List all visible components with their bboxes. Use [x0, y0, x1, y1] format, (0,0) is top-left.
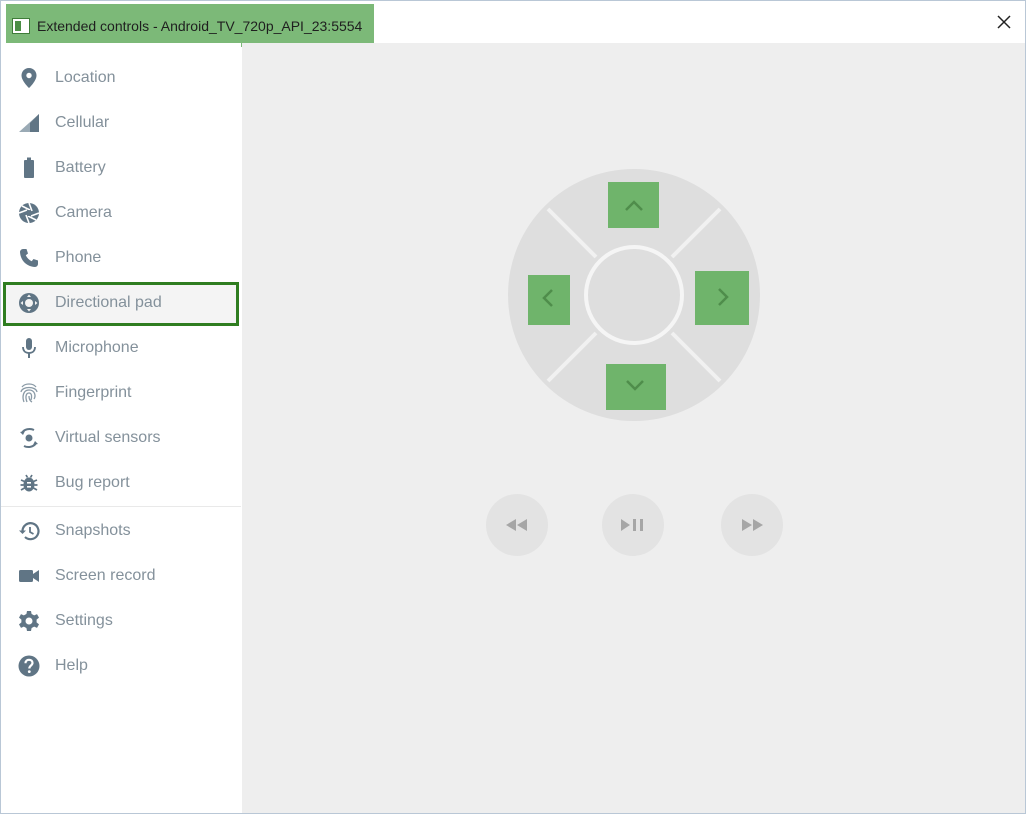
- sidebar-item-virtual-sensors[interactable]: Virtual sensors: [1, 416, 241, 460]
- sidebar-item-help[interactable]: Help: [1, 644, 241, 688]
- directional-pad-panel: [242, 43, 1025, 813]
- sidebar-item-label: Cellular: [55, 114, 110, 131]
- sidebar-item-settings[interactable]: Settings: [1, 599, 241, 643]
- bug-icon: [18, 472, 40, 494]
- sidebar-item-label: Location: [55, 69, 116, 86]
- sidebar-item-fingerprint[interactable]: Fingerprint: [1, 371, 241, 415]
- play-pause-button[interactable]: [602, 494, 664, 556]
- fast-forward-button[interactable]: [721, 494, 783, 556]
- sidebar-item-screen-record[interactable]: Screen record: [1, 554, 241, 598]
- sidebar-item-snapshots[interactable]: Snapshots: [1, 509, 241, 553]
- sidebar-item-directional-pad[interactable]: Directional pad: [1, 281, 241, 325]
- app-window-icon: [12, 17, 30, 34]
- directional-pad: [508, 169, 760, 421]
- dpad-down-button[interactable]: [606, 364, 666, 410]
- close-icon[interactable]: [996, 14, 1012, 30]
- sidebar-divider: [1, 506, 241, 507]
- rewind-button[interactable]: [486, 494, 548, 556]
- extended-controls-window: Extended controls - Android_TV_720p_API_…: [0, 0, 1026, 814]
- sidebar-item-cellular[interactable]: Cellular: [1, 101, 241, 145]
- sidebar-item-phone[interactable]: Phone: [1, 236, 241, 280]
- fingerprint-icon: [18, 382, 40, 404]
- sidebar-item-bug-report[interactable]: Bug report: [1, 461, 241, 505]
- help-icon: [18, 655, 40, 677]
- cellular-signal-icon: [18, 112, 40, 134]
- sidebar-item-label: Microphone: [55, 339, 139, 356]
- fast-forward-icon: [742, 519, 763, 531]
- sidebar-item-label: Camera: [55, 204, 112, 221]
- sidebar-item-battery[interactable]: Battery: [1, 146, 241, 190]
- sidebar-item-label: Battery: [55, 159, 106, 176]
- location-pin-icon: [18, 67, 40, 89]
- history-icon: [18, 520, 40, 542]
- dpad-up-button[interactable]: [608, 182, 659, 228]
- sidebar-item-label: Snapshots: [55, 522, 131, 539]
- gear-icon: [18, 610, 40, 632]
- close-button[interactable]: [995, 13, 1013, 31]
- camera-aperture-icon: [18, 202, 40, 224]
- play-pause-icon: [621, 519, 643, 531]
- directional-pad-icon: [18, 292, 40, 314]
- sidebar-item-label: Settings: [55, 612, 113, 629]
- sidebar-item-location[interactable]: Location: [1, 56, 241, 100]
- title-highlight: Extended controls - Android_TV_720p_API_…: [6, 4, 374, 47]
- window-title: Extended controls - Android_TV_720p_API_…: [37, 17, 363, 34]
- dpad-left-button[interactable]: [528, 275, 570, 325]
- rewind-icon: [506, 519, 527, 531]
- sidebar-item-label: Help: [55, 657, 88, 674]
- battery-icon: [18, 157, 40, 179]
- sidebar-item-label: Bug report: [55, 474, 130, 491]
- dpad-center-button[interactable]: [584, 245, 684, 345]
- sidebar-item-label: Virtual sensors: [55, 429, 161, 446]
- sidebar-item-microphone[interactable]: Microphone: [1, 326, 241, 370]
- video-camera-icon: [18, 565, 40, 587]
- sidebar-item-label: Screen record: [55, 567, 156, 584]
- microphone-icon: [18, 337, 40, 359]
- virtual-sensors-icon: [18, 427, 40, 449]
- sidebar-item-camera[interactable]: Camera: [1, 191, 241, 235]
- sidebar-item-label: Phone: [55, 249, 102, 266]
- sidebar: Location Cellular Battery Camera Phone D…: [1, 43, 241, 813]
- sidebar-item-label: Directional pad: [55, 294, 162, 311]
- sidebar-item-label: Fingerprint: [55, 384, 132, 401]
- phone-icon: [18, 247, 40, 269]
- title-bar: Extended controls - Android_TV_720p_API_…: [1, 1, 1025, 47]
- dpad-right-button[interactable]: [695, 271, 749, 325]
